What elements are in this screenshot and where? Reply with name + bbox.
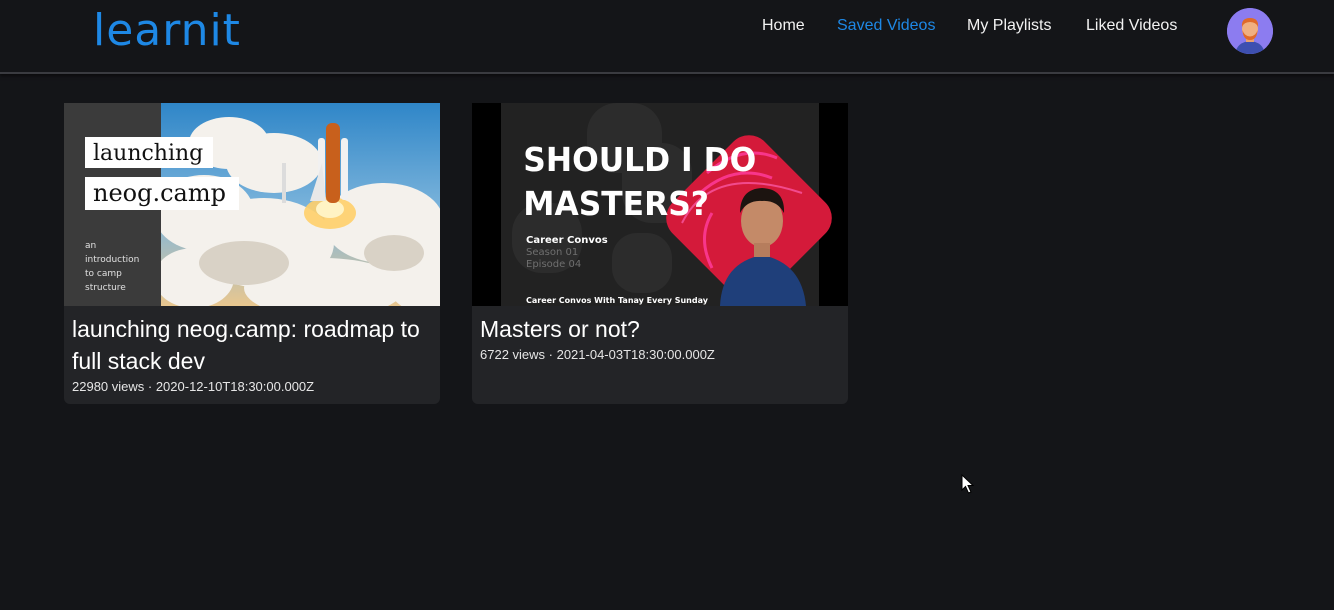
- thumb1-caption-2: introduction: [85, 255, 139, 265]
- thumb2-headline2: MASTERS?: [523, 184, 709, 223]
- thumb2-series: Career Convos: [526, 235, 608, 246]
- thumb2-footer: Career Convos With Tanay Every Sunday: [526, 296, 709, 305]
- thumb1-caption-4: structure: [85, 283, 126, 293]
- thumb1-caption-3: to camp: [85, 269, 122, 279]
- thumb1-line2: neog.camp: [93, 179, 226, 207]
- thumb1-caption-1: an: [85, 241, 96, 251]
- thumb1-line1: launching: [93, 141, 203, 166]
- video-card-2[interactable]: SHOULD I DO MASTERS? Career Convos Seaso…: [472, 103, 848, 404]
- thumb2-episode: Episode 04: [526, 259, 581, 270]
- video-thumbnail-2[interactable]: SHOULD I DO MASTERS? Career Convos Seaso…: [472, 103, 848, 306]
- video-meta: 22980 views · 2020-12-10T18:30:00.000Z: [72, 379, 315, 394]
- nav-link-my-playlists[interactable]: My Playlists: [967, 15, 1051, 37]
- navbar: learnit Home Saved Videos My Playlists L…: [0, 0, 1334, 74]
- user-avatar-icon[interactable]: [1227, 8, 1273, 54]
- nav-link-home[interactable]: Home: [762, 15, 805, 37]
- video-thumbnail-1[interactable]: launching neog.camp an introduction to c…: [64, 103, 440, 306]
- logo[interactable]: learnit: [93, 2, 241, 60]
- video-title[interactable]: Masters or not?: [480, 313, 836, 345]
- nav-link-saved-videos[interactable]: Saved Videos: [837, 15, 935, 37]
- nav-link-liked-videos[interactable]: Liked Videos: [1086, 15, 1177, 37]
- thumb2-headline1: SHOULD I DO: [523, 140, 756, 179]
- mouse-cursor-icon: [961, 474, 975, 494]
- video-title[interactable]: launching neog.camp: roadmap to full sta…: [72, 313, 428, 377]
- thumb2-season: Season 01: [526, 247, 578, 258]
- avatar-illustration: [1227, 8, 1273, 54]
- video-card-1[interactable]: launching neog.camp an introduction to c…: [64, 103, 440, 404]
- video-meta: 6722 views · 2021-04-03T18:30:00.000Z: [480, 347, 715, 362]
